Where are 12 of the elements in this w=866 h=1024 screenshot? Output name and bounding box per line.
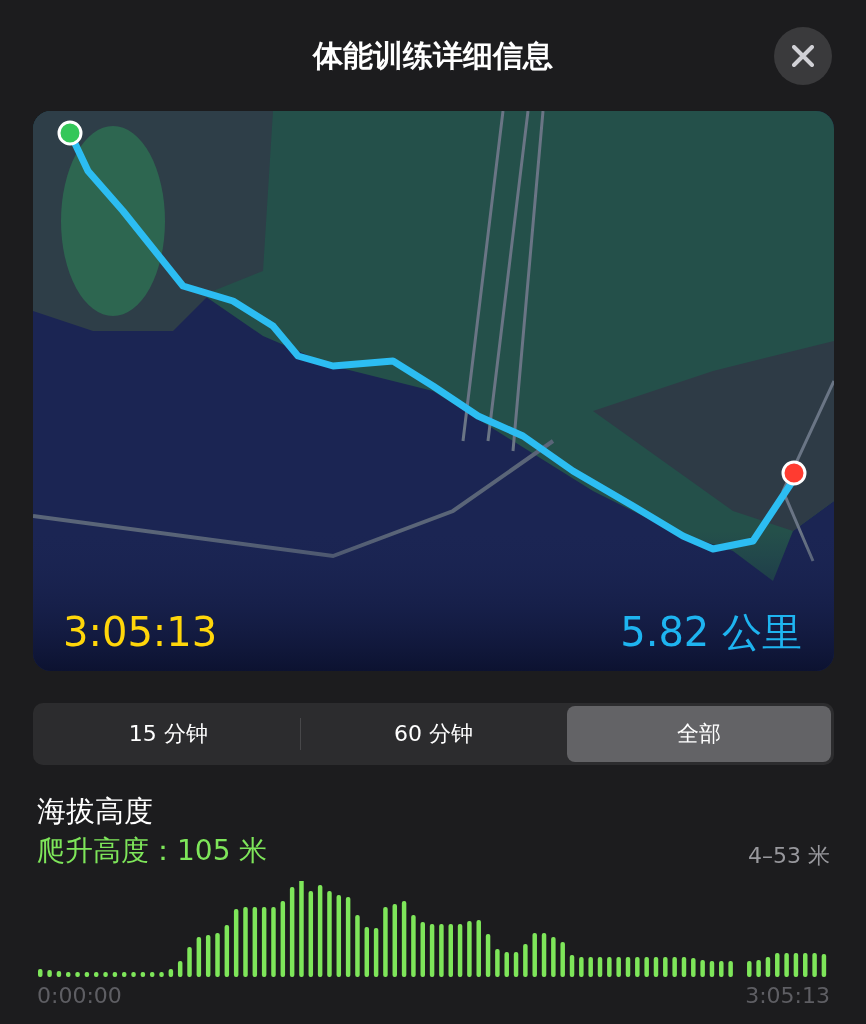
close-icon [792, 45, 814, 67]
segment-tab[interactable]: 全部 [566, 706, 831, 762]
axis-end-time: 3:05:13 [745, 982, 830, 1010]
climb-height: 爬升高度：105 米 [37, 833, 268, 869]
workout-distance: 5.82 公里 [620, 608, 802, 657]
section-title: 海拔高度 [37, 793, 154, 830]
segment-tab[interactable]: 15 分钟 [36, 706, 301, 762]
axis-start-time: 0:00:00 [37, 982, 122, 1010]
workout-duration: 3:05:13 [63, 608, 218, 657]
segment-tab[interactable]: 60 分钟 [301, 706, 566, 762]
window-title: 体能训练详细信息 [313, 37, 553, 75]
elevation-range: 4–53 米 [748, 842, 830, 870]
